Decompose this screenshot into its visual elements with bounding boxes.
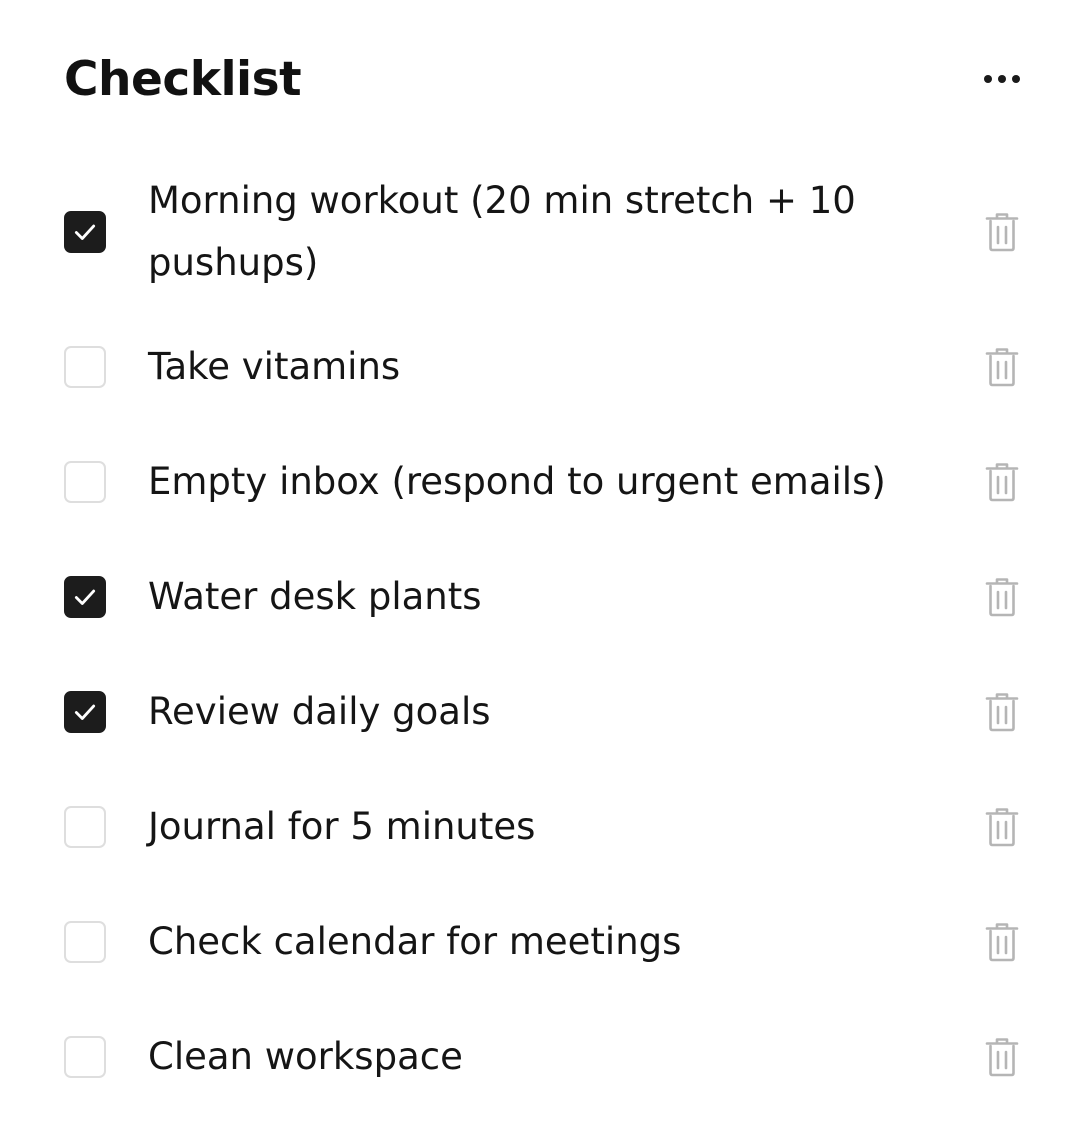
checklist-item: Empty inbox (respond to urgent emails)	[64, 424, 1020, 539]
item-label: Clean workspace	[148, 1034, 463, 1078]
checklist-item: Morning workout (20 min stretch + 10 pus…	[64, 168, 1020, 296]
checklist-item: Review daily goals	[64, 654, 1020, 769]
item-label: Check calendar for meetings	[148, 919, 682, 963]
item-checkbox[interactable]	[64, 345, 106, 388]
delete-item-button[interactable]	[982, 690, 1022, 734]
delete-item-button[interactable]	[982, 575, 1022, 619]
trash-icon	[985, 577, 1019, 616]
item-checkbox[interactable]	[64, 211, 106, 253]
delete-item-button[interactable]	[982, 805, 1022, 849]
item-checkbox[interactable]	[64, 690, 106, 733]
item-checkbox[interactable]	[64, 805, 106, 848]
delete-item-button[interactable]	[982, 345, 1022, 389]
trash-icon	[985, 347, 1019, 386]
checklist-item: Water desk plants	[64, 539, 1020, 654]
delete-item-button[interactable]	[982, 460, 1022, 504]
trash-icon	[985, 462, 1019, 501]
item-checkbox[interactable]	[64, 460, 106, 503]
trash-icon	[985, 692, 1019, 731]
item-label: Review daily goals	[148, 689, 491, 733]
checklist-title: Checklist	[64, 51, 302, 107]
trash-icon	[985, 922, 1019, 961]
checklist-item: Journal for 5 minutes	[64, 769, 1020, 884]
item-label: Water desk plants	[148, 574, 482, 618]
checklist-item: Check calendar for meetings	[64, 884, 1020, 999]
check-icon	[74, 589, 96, 605]
checklist-item: Take vitamins	[64, 309, 1020, 424]
more-horizontal-icon	[1012, 75, 1020, 83]
checklist-header: Checklist	[64, 46, 1020, 112]
checklist-items: Morning workout (20 min stretch + 10 pus…	[64, 168, 1020, 1114]
more-horizontal-icon	[998, 75, 1006, 83]
trash-icon	[985, 807, 1019, 846]
checklist-item: Clean workspace	[64, 999, 1020, 1114]
trash-icon	[985, 1037, 1019, 1076]
check-icon	[74, 704, 96, 720]
item-label: Empty inbox (respond to urgent emails)	[148, 459, 886, 503]
item-label: Take vitamins	[148, 344, 401, 388]
delete-item-button[interactable]	[982, 1035, 1022, 1079]
item-checkbox[interactable]	[64, 920, 106, 963]
trash-icon	[985, 213, 1019, 252]
delete-item-button[interactable]	[982, 210, 1022, 254]
item-label: Journal for 5 minutes	[148, 804, 536, 848]
more-horizontal-icon	[984, 75, 992, 83]
more-options-button[interactable]	[972, 55, 1038, 103]
check-icon	[74, 224, 96, 240]
item-checkbox[interactable]	[64, 575, 106, 618]
delete-item-button[interactable]	[982, 920, 1022, 964]
item-checkbox[interactable]	[64, 1035, 106, 1078]
checklist-panel: Checklist Morning workout (20 min stretc…	[0, 0, 1084, 1135]
item-label: Morning workout (20 min stretch + 10 pus…	[148, 179, 856, 284]
